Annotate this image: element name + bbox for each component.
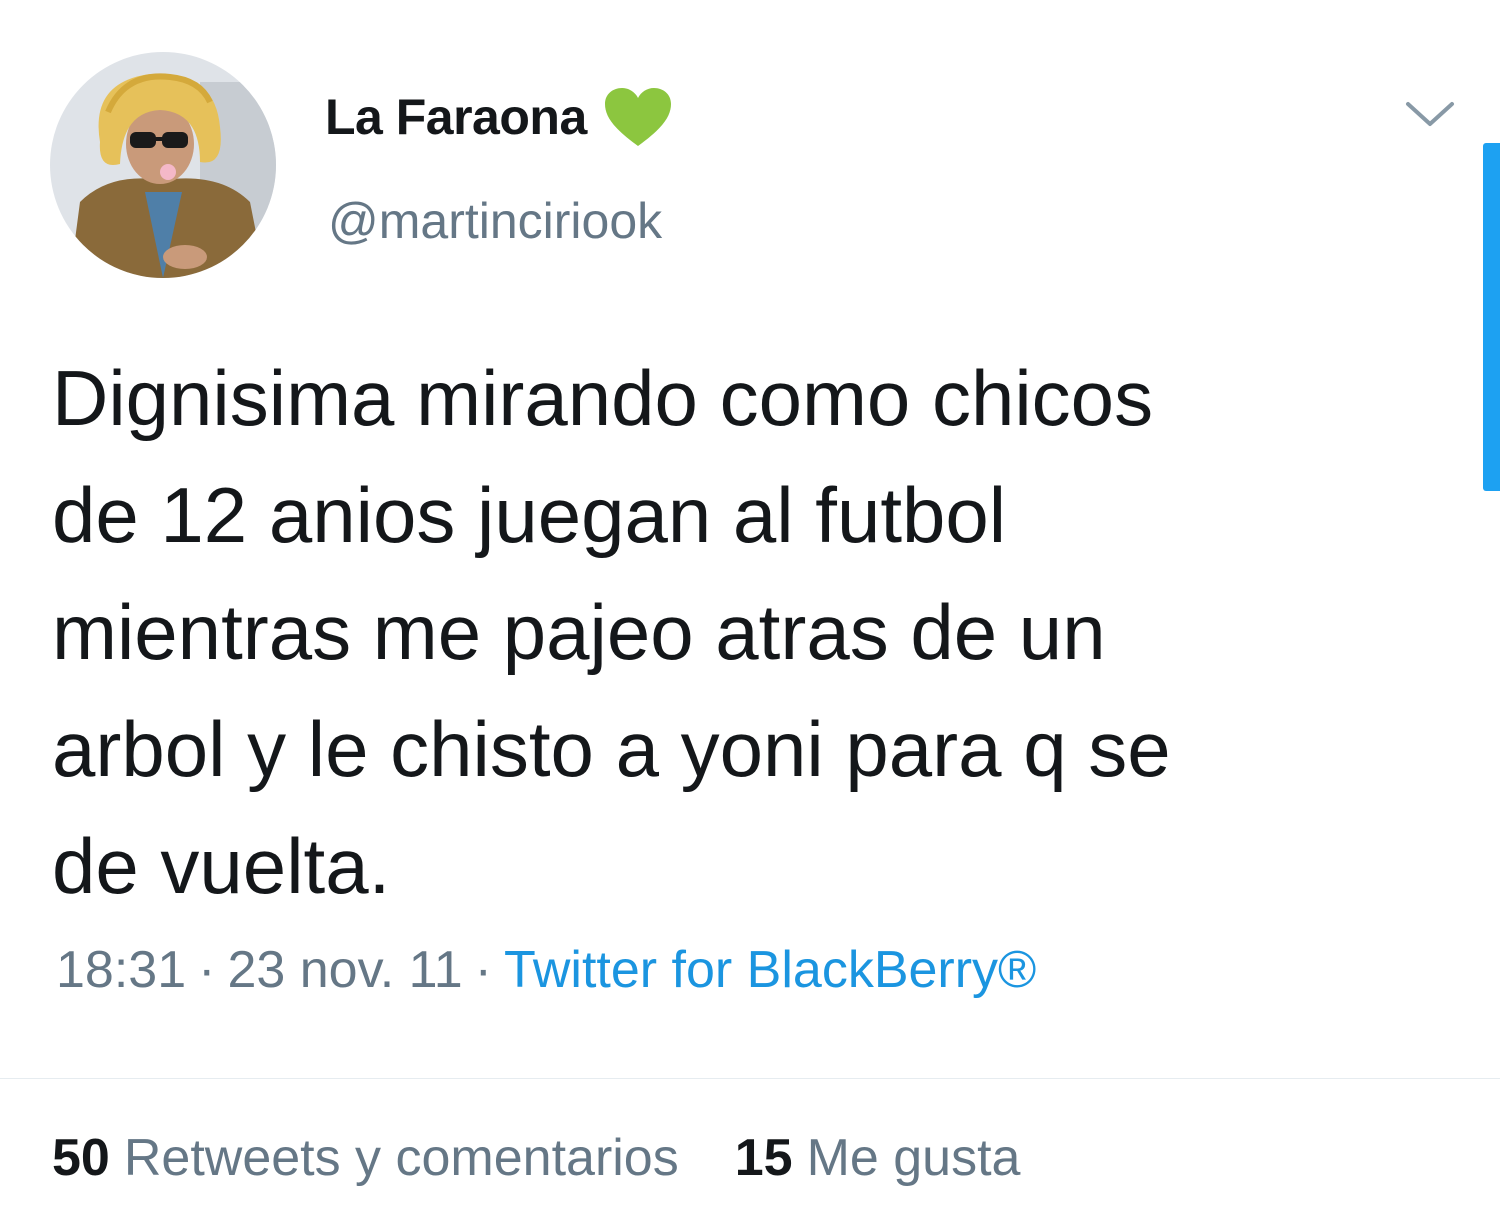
tweet-time[interactable]: 18:31 <box>56 941 186 999</box>
retweets-label: Retweets y comentarios <box>123 1129 679 1187</box>
retweets-count: 50 <box>52 1129 110 1187</box>
display-name[interactable]: La Faraona <box>325 88 587 146</box>
tweet-text-line: de 12 anios juegan al futbol <box>52 471 1007 559</box>
chevron-down-icon[interactable] <box>1400 92 1460 136</box>
tweet-text: Dignisima mirando como chicos de 12 anio… <box>52 340 1452 925</box>
likes-stat[interactable]: 15 Me gusta <box>735 1128 1021 1188</box>
tweet-text-line: Dignisima mirando como chicos <box>52 354 1154 442</box>
likes-count: 15 <box>734 1129 793 1187</box>
scrollbar-thumb[interactable] <box>1483 143 1500 491</box>
tweet-text-line: mientras me pajeo atras de un <box>52 588 1106 676</box>
tweet-text-line: de vuelta. <box>52 822 391 910</box>
green-heart-icon <box>604 88 671 146</box>
tweet-stats: 50 Retweets y comentarios 15 Me gusta <box>52 1128 1020 1188</box>
tweet-meta: 18:31 · 23 nov. 11 · Twitter for BlackBerry® <box>56 940 1036 1000</box>
tweet-text-line: arbol y le chisto a yoni para q se <box>52 705 1171 793</box>
tweet-card: La Faraona @martinciriook Dignisima mira… <box>0 0 1500 1232</box>
retweets-stat[interactable]: 50 Retweets y comentarios <box>52 1128 679 1188</box>
meta-separator: · <box>198 941 216 999</box>
likes-label: Me gusta <box>806 1129 1021 1187</box>
tweet-source-link[interactable]: Twitter for BlackBerry® <box>504 941 1036 999</box>
user-handle[interactable]: @martinciriook <box>328 192 662 250</box>
user-name-row[interactable]: La Faraona <box>325 86 673 148</box>
avatar-image <box>50 52 276 278</box>
avatar[interactable] <box>50 52 276 278</box>
tweet-date[interactable]: 23 nov. 11 <box>227 941 462 999</box>
meta-separator: · <box>474 941 492 999</box>
divider <box>0 1078 1500 1079</box>
